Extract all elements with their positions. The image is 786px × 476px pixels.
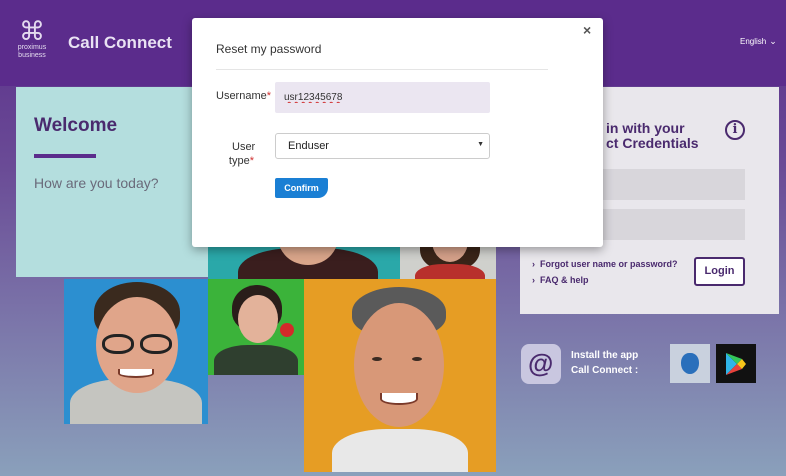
username-label: Username* — [216, 90, 272, 102]
dialog-divider — [216, 69, 548, 70]
user-type-value: Enduser — [288, 140, 329, 152]
confirm-button[interactable]: Confirm — [275, 178, 328, 198]
dialog-title: Reset my password — [216, 42, 322, 56]
close-icon[interactable]: × — [583, 22, 591, 38]
select-caret-icon: ▼ — [477, 141, 484, 148]
user-type-select[interactable]: Enduser ▼ — [275, 133, 490, 159]
user-type-label: User type* — [228, 141, 256, 167]
reset-password-dialog: × Reset my password Username* User type*… — [192, 18, 603, 247]
username-input[interactable] — [275, 82, 490, 113]
